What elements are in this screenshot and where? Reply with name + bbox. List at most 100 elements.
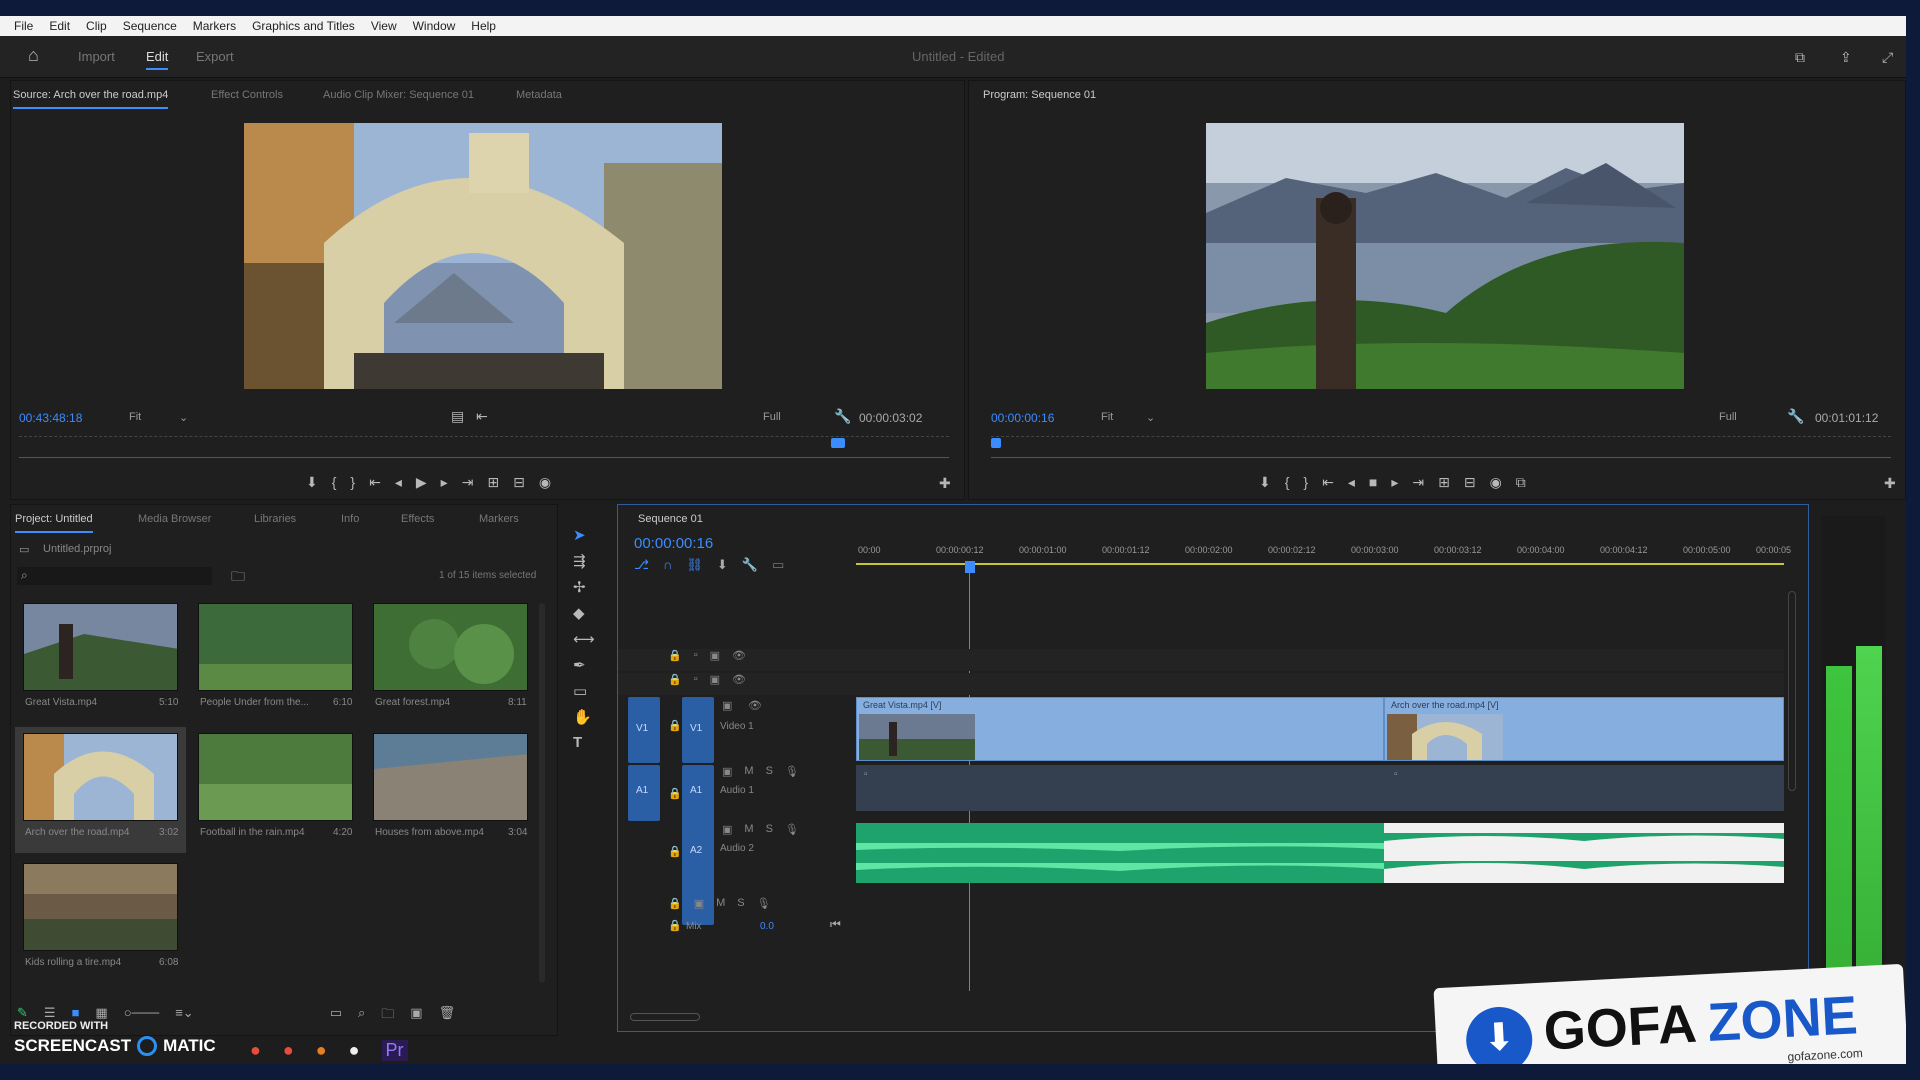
- film-icon[interactable]: ▣: [710, 673, 720, 686]
- hand-tool-icon[interactable]: ✋: [573, 708, 592, 726]
- eye-icon[interactable]: 👁: [748, 699, 762, 712]
- film-icon[interactable]: ▣: [722, 765, 732, 778]
- source-patch-a1[interactable]: A1: [628, 765, 660, 821]
- mark-out-icon[interactable]: }: [350, 474, 355, 491]
- source-quality-dropdown[interactable]: Full: [763, 411, 781, 423]
- sequence-timecode[interactable]: 00:00:00:16: [634, 535, 713, 552]
- play-icon[interactable]: ▶: [416, 474, 427, 491]
- source-scrub-bar[interactable]: [19, 457, 949, 458]
- tab-program[interactable]: Program: Sequence 01: [983, 81, 1096, 109]
- audio-clip-great-vista[interactable]: [856, 823, 1384, 883]
- go-to-out-icon[interactable]: ⇥: [1412, 474, 1424, 491]
- insert-icon[interactable]: ⊞: [487, 474, 499, 491]
- video-clip-arch-over-the-road[interactable]: Arch over the road.mp4 [V]: [1384, 697, 1784, 761]
- audio-track-a1-empty[interactable]: ▫ ▫: [856, 765, 1784, 811]
- extract-icon[interactable]: ⊟: [1464, 474, 1476, 491]
- mute-icon[interactable]: M: [744, 765, 753, 778]
- eye-icon[interactable]: 👁: [732, 673, 746, 686]
- menu-markers[interactable]: Markers: [193, 19, 236, 33]
- program-video-frame[interactable]: [1206, 123, 1684, 389]
- tab-sequence[interactable]: Sequence 01: [638, 505, 703, 533]
- timeline-playhead-handle[interactable]: [965, 561, 975, 573]
- pen-tool-icon[interactable]: ✒: [573, 656, 586, 674]
- menu-file[interactable]: File: [14, 19, 33, 33]
- home-icon[interactable]: ⌂: [28, 46, 39, 64]
- project-item-thumbnail[interactable]: [198, 733, 353, 821]
- program-quality-dropdown[interactable]: Full: [1719, 411, 1737, 423]
- add-marker-icon[interactable]: ⬇: [717, 557, 728, 573]
- automate-icon[interactable]: ▭: [330, 1005, 342, 1027]
- eye-icon[interactable]: 👁: [732, 649, 746, 662]
- project-search-input[interactable]: ⌕: [17, 567, 212, 585]
- audio-clip-arch-over-the-road[interactable]: [1384, 823, 1784, 883]
- tab-media-browser[interactable]: Media Browser: [138, 505, 211, 533]
- overwrite-icon[interactable]: ⊟: [513, 474, 525, 491]
- track-target-v1[interactable]: V1: [682, 697, 714, 763]
- source-patch-v1[interactable]: V1: [628, 697, 660, 763]
- program-time-ruler[interactable]: [991, 431, 1891, 437]
- tab-libraries[interactable]: Libraries: [254, 505, 296, 533]
- type-tool-icon[interactable]: T: [573, 734, 582, 751]
- tab-markers[interactable]: Markers: [479, 505, 519, 533]
- timeline-horizontal-scrollbar[interactable]: [630, 1013, 700, 1021]
- app-icon[interactable]: ●: [349, 1040, 360, 1061]
- wrench-icon[interactable]: 🔧: [834, 407, 851, 425]
- project-scrollbar[interactable]: [539, 603, 545, 983]
- go-to-out-icon[interactable]: ⇥: [462, 474, 474, 491]
- go-to-in-icon[interactable]: ⇤: [369, 474, 381, 491]
- lock-icon[interactable]: 🔒: [668, 649, 682, 662]
- tab-audio-clip-mixer[interactable]: Audio Clip Mixer: Sequence 01: [323, 81, 474, 109]
- mark-out-icon[interactable]: }: [1303, 474, 1308, 491]
- camera-icon[interactable]: ◉: [539, 474, 551, 491]
- quick-export-icon[interactable]: ⧉: [1795, 48, 1805, 66]
- menu-sequence[interactable]: Sequence: [123, 19, 177, 33]
- menu-view[interactable]: View: [371, 19, 397, 33]
- new-item-icon[interactable]: ▣: [410, 1005, 422, 1027]
- sync-icon[interactable]: ▫: [694, 649, 698, 662]
- firefox-icon[interactable]: ●: [316, 1040, 327, 1061]
- lock-icon[interactable]: 🔒: [668, 787, 682, 800]
- workspace-export[interactable]: Export: [196, 49, 234, 64]
- lock-icon[interactable]: 🔒: [668, 845, 682, 858]
- project-item-thumbnail[interactable]: [373, 603, 528, 691]
- lock-icon[interactable]: 🔒: [668, 673, 682, 686]
- rectangle-tool-icon[interactable]: ▭: [573, 682, 587, 700]
- film-icon[interactable]: ▣: [710, 649, 720, 662]
- chevron-down-icon[interactable]: ⌄: [179, 411, 188, 424]
- project-item-thumbnail[interactable]: [23, 603, 178, 691]
- program-timecode[interactable]: 00:00:00:16: [991, 411, 1054, 425]
- lock-icon[interactable]: 🔒: [668, 919, 682, 932]
- microphone-icon[interactable]: 🎙: [785, 823, 799, 836]
- workspace-import[interactable]: Import: [78, 49, 115, 64]
- source-time-ruler[interactable]: [19, 431, 949, 437]
- mark-in-icon[interactable]: {: [332, 474, 337, 491]
- film-icon[interactable]: ▣: [722, 699, 732, 712]
- mix-track-value[interactable]: 0.0: [760, 921, 774, 932]
- linked-selection-icon[interactable]: ⛓: [686, 557, 703, 573]
- stop-icon[interactable]: ■: [1369, 474, 1377, 491]
- camera-icon[interactable]: ◉: [1490, 474, 1502, 491]
- new-bin-icon[interactable]: 🗀: [381, 1005, 394, 1027]
- film-icon[interactable]: ▣: [694, 897, 704, 910]
- microphone-icon[interactable]: 🎙: [785, 765, 799, 778]
- sort-icon[interactable]: ≡⌄: [175, 1005, 193, 1027]
- step-forward-icon[interactable]: ▸: [1391, 474, 1398, 491]
- premiere-taskbar-icon[interactable]: Pr: [381, 1040, 408, 1061]
- track-select-icon[interactable]: ⇶: [573, 552, 586, 570]
- menu-graphics[interactable]: Graphics and Titles: [252, 19, 355, 33]
- add-marker-icon[interactable]: ⬇: [1259, 474, 1271, 491]
- mark-in-icon[interactable]: {: [1285, 474, 1290, 491]
- settings-icon[interactable]: ▤: [451, 407, 464, 425]
- source-video-frame[interactable]: [244, 123, 722, 389]
- source-playhead[interactable]: [831, 438, 845, 448]
- source-timecode[interactable]: 00:43:48:18: [19, 411, 82, 425]
- selection-tool-icon[interactable]: ➤: [573, 526, 586, 544]
- project-item-thumbnail[interactable]: [373, 733, 528, 821]
- microphone-icon[interactable]: 🎙: [757, 897, 771, 910]
- slip-tool-icon[interactable]: ⟷: [573, 630, 595, 648]
- project-item-thumbnail[interactable]: [198, 603, 353, 691]
- tab-info[interactable]: Info: [341, 505, 359, 533]
- menu-edit[interactable]: Edit: [49, 19, 70, 33]
- program-fit-dropdown[interactable]: Fit: [1101, 411, 1113, 423]
- project-item-thumbnail[interactable]: [23, 863, 178, 951]
